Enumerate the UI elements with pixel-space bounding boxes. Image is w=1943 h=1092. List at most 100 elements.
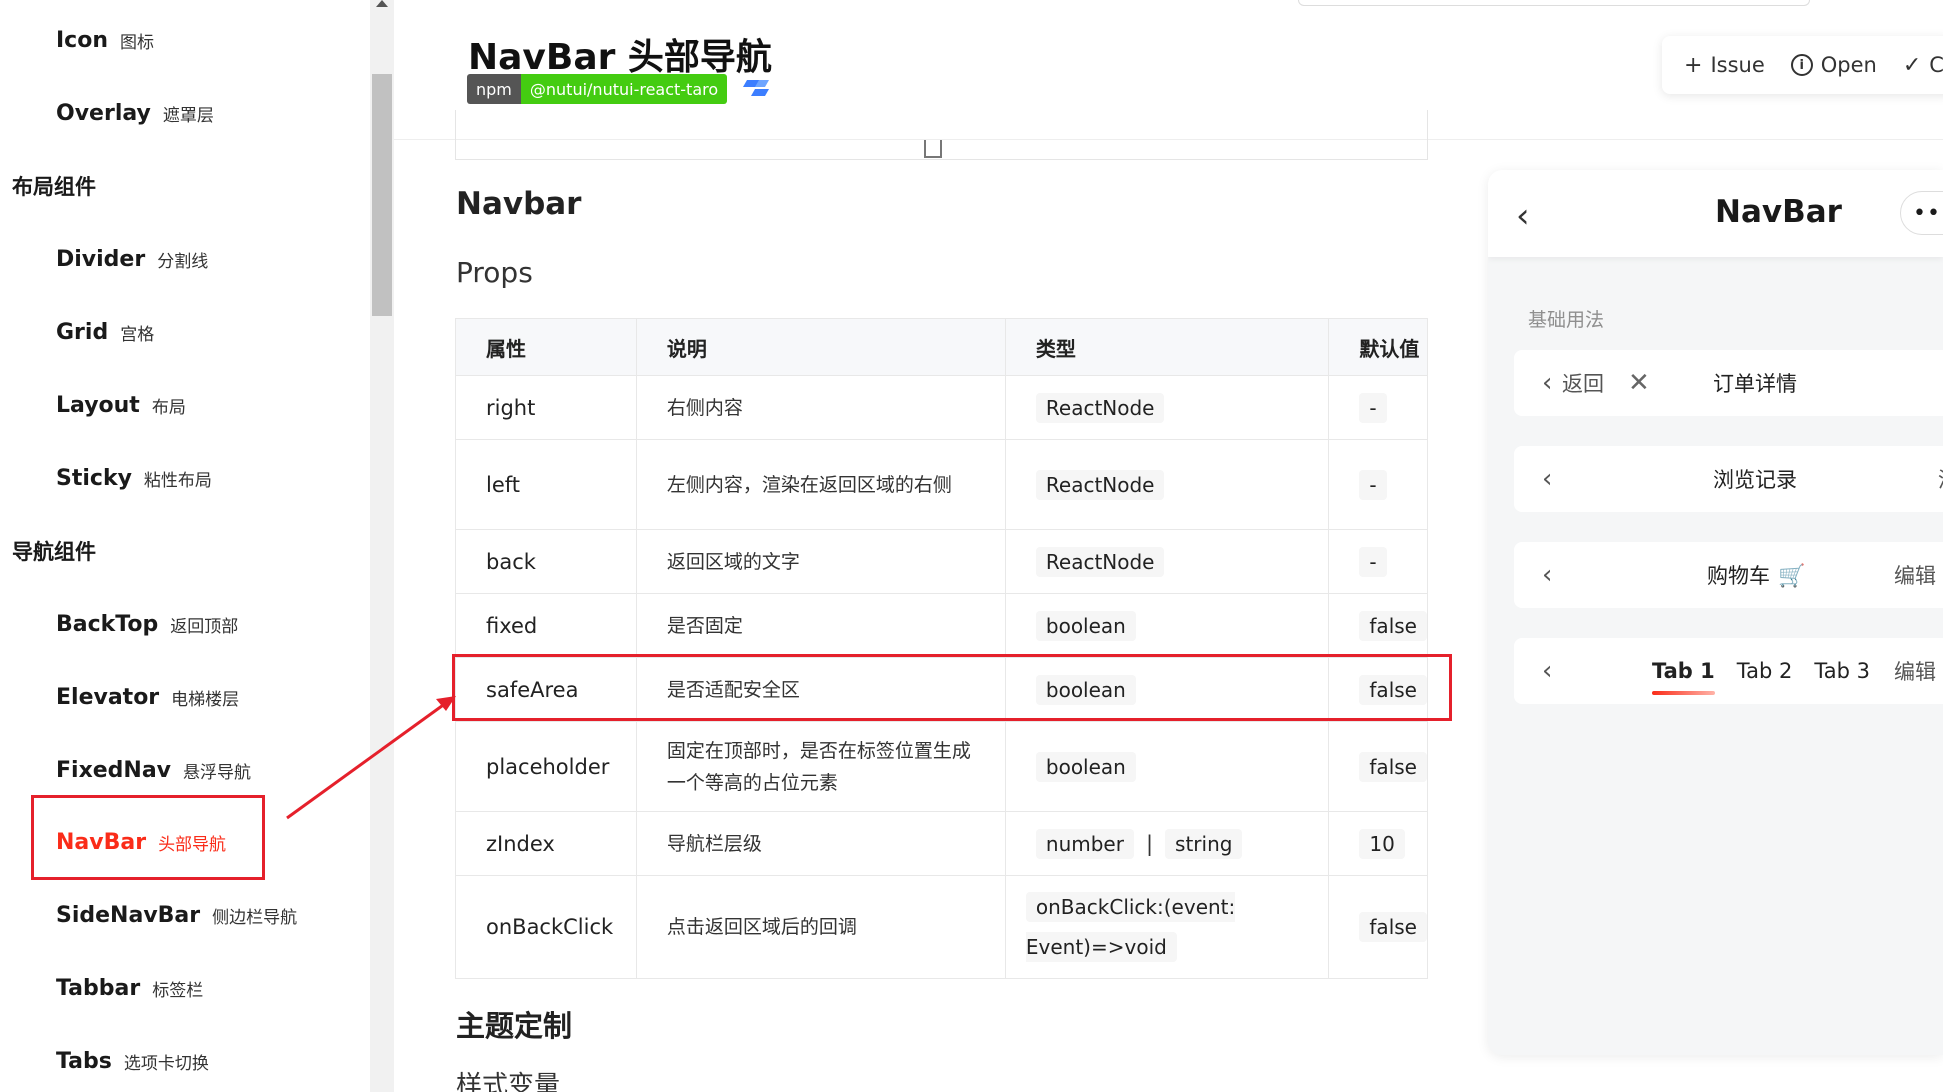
props-title: Props (456, 256, 533, 289)
sidebar-item-backtop[interactable]: BackTop 返回顶部 (56, 604, 238, 644)
prop-type: ReactNode (1035, 469, 1165, 500)
sidebar-item-tabbar[interactable]: Tabbar 标签栏 (56, 968, 203, 1008)
sidebar-item-label: Layout (56, 392, 140, 418)
open-button[interactable]: i Open (1790, 53, 1877, 77)
prop-type-cell: boolean (1004, 593, 1330, 658)
prop-default: - (1359, 469, 1387, 500)
info-icon: i (1790, 54, 1813, 76)
demo-right-action[interactable]: 编辑 (1894, 656, 1936, 686)
sidebar-item-grid[interactable]: Grid 宫格 (56, 312, 154, 352)
sidebar-item-sublabel: 布局 (151, 397, 186, 418)
prop-type: ReactNode (1035, 392, 1165, 423)
prop-name: placeholder (455, 721, 637, 812)
demo-right-action[interactable]: 编辑 (1894, 560, 1936, 590)
sidebar-item-sublabel: 标签栏 (152, 980, 204, 1001)
prop-desc: 点击返回区域后的回调 (635, 875, 1006, 979)
prop-name: onBackClick (455, 875, 637, 979)
sidebar-item-sublabel: 返回顶部 (170, 616, 239, 637)
cart-icon[interactable]: 🛒 (1778, 564, 1805, 589)
demo-title: 购物车 (1707, 564, 1770, 588)
sidebar-group-layout: 布局组件 (12, 175, 96, 199)
prop-type: boolean (1035, 751, 1136, 782)
table-row: fixed 是否固定 boolean false (455, 593, 1428, 658)
table-row: back 返回区域的文字 ReactNode - (455, 529, 1428, 594)
prop-default: - (1359, 546, 1387, 577)
prop-default-cell: - (1328, 529, 1428, 594)
back-chevron-icon[interactable]: ‹ (1542, 464, 1552, 494)
issue-label: Issue (1710, 53, 1765, 77)
type-separator: | (1145, 831, 1154, 856)
table-row: placeholder 固定在顶部时，是否在标签位置生成一个等高的占位元素 bo… (455, 721, 1428, 812)
table-row: left 左侧内容，渲染在返回区域的右侧 ReactNode - (455, 439, 1428, 530)
sidebar: Icon 图标 Overlay 遮罩层 布局组件 Divider 分割线 Grid 宫格… (0, 0, 370, 1092)
back-chevron-icon[interactable]: ‹ (1516, 196, 1530, 236)
prop-type-cell: number | string (1004, 811, 1330, 876)
sidebar-item-icon[interactable]: Icon 图标 (56, 20, 154, 60)
demo-right-action[interactable]: 清 (1938, 464, 1943, 494)
sidebar-item-label: Divider (56, 246, 146, 272)
sidebar-item-layout[interactable]: Layout 布局 (56, 385, 186, 425)
taro-logo-icon[interactable] (743, 78, 769, 100)
prop-type-cell: ReactNode (1004, 375, 1330, 440)
highlight-box-safearea (452, 654, 1452, 721)
back-text[interactable]: 返回 (1562, 368, 1604, 398)
sidebar-item-sublabel: 粘性布局 (143, 470, 212, 491)
tab-1[interactable]: Tab 1 (1652, 659, 1715, 695)
sidebar-item-overlay[interactable]: Overlay 遮罩层 (56, 93, 214, 133)
npm-badge[interactable]: npm @nutui/nutui-react-taro (467, 74, 728, 104)
sidebar-item-label: Tabs (56, 1048, 112, 1074)
sidebar-item-sticky[interactable]: Sticky 粘性布局 (56, 458, 212, 498)
prop-name: zIndex (455, 811, 637, 876)
sidebar-item-label: Icon (56, 27, 109, 53)
sidebar-item-label: Overlay (56, 100, 151, 126)
npm-badge-label: npm (467, 74, 521, 104)
preview-navbar: ‹ NavBar ••• (1488, 170, 1943, 257)
table-header-default: 默认值 (1328, 318, 1428, 376)
table-header-type: 类型 (1004, 318, 1330, 376)
prop-default: - (1359, 392, 1387, 423)
prop-default: false (1359, 751, 1427, 782)
scrollbar-thumb[interactable] (372, 74, 392, 316)
sidebar-item-label: Elevator (56, 684, 160, 710)
back-chevron-icon[interactable]: ‹ (1542, 656, 1552, 686)
copy-icon[interactable] (924, 140, 942, 158)
prop-type: number (1035, 828, 1134, 859)
prop-type: onBackClick:(event: Event)=>void (1025, 892, 1236, 962)
previous-code-block (455, 110, 1428, 160)
sidebar-item-sidenavbar[interactable]: SideNavBar 侧边栏导航 (56, 895, 297, 935)
top-search-box[interactable] (1298, 0, 1810, 6)
sidebar-item-label: Grid (56, 319, 109, 345)
prop-desc: 返回区域的文字 (635, 529, 1006, 594)
scroll-up-arrow-icon[interactable] (376, 0, 388, 7)
sidebar-group-navigation: 导航组件 (12, 540, 96, 564)
back-chevron-icon[interactable]: ‹ (1542, 368, 1552, 398)
sidebar-item-divider[interactable]: Divider 分割线 (56, 239, 208, 279)
sidebar-item-elevator[interactable]: Elevator 电梯楼层 (56, 677, 239, 717)
issue-button[interactable]: + Issue (1684, 53, 1765, 78)
prop-default-cell: 10 (1328, 811, 1428, 876)
back-chevron-icon[interactable]: ‹ (1542, 560, 1552, 590)
check-icon: ✓ (1902, 52, 1922, 78)
sidebar-item-tabs[interactable]: Tabs 选项卡切换 (56, 1041, 209, 1081)
prop-type-cell: onBackClick:(event: Event)=>void (1004, 875, 1330, 979)
prop-type-cell: ReactNode (1004, 529, 1330, 594)
third-action-button[interactable]: ✓ C (1903, 53, 1943, 78)
preview-title: NavBar (1715, 194, 1842, 230)
prop-name: back (455, 529, 637, 594)
sidebar-scrollbar[interactable] (370, 0, 394, 1092)
prop-type: string (1165, 828, 1243, 859)
sidebar-item-label: FixedNav (56, 757, 172, 783)
plus-icon: + (1684, 52, 1703, 78)
sidebar-item-sublabel: 宫格 (120, 324, 155, 345)
close-icon[interactable]: ✕ (1628, 368, 1650, 398)
demo-navbar-3: ‹ 购物车 🛒 编辑 (1514, 542, 1943, 608)
tab-2[interactable]: Tab 2 (1737, 659, 1793, 683)
more-menu-button[interactable]: ••• (1900, 191, 1943, 235)
sidebar-item-sublabel: 悬浮导航 (183, 762, 252, 783)
sidebar-item-fixednav[interactable]: FixedNav 悬浮导航 (56, 750, 251, 790)
tab-3[interactable]: Tab 3 (1814, 659, 1870, 683)
prop-desc: 是否固定 (635, 593, 1006, 658)
sidebar-item-sublabel: 选项卡切换 (123, 1053, 209, 1074)
prop-name: right (455, 375, 637, 440)
prop-name: left (455, 439, 637, 530)
